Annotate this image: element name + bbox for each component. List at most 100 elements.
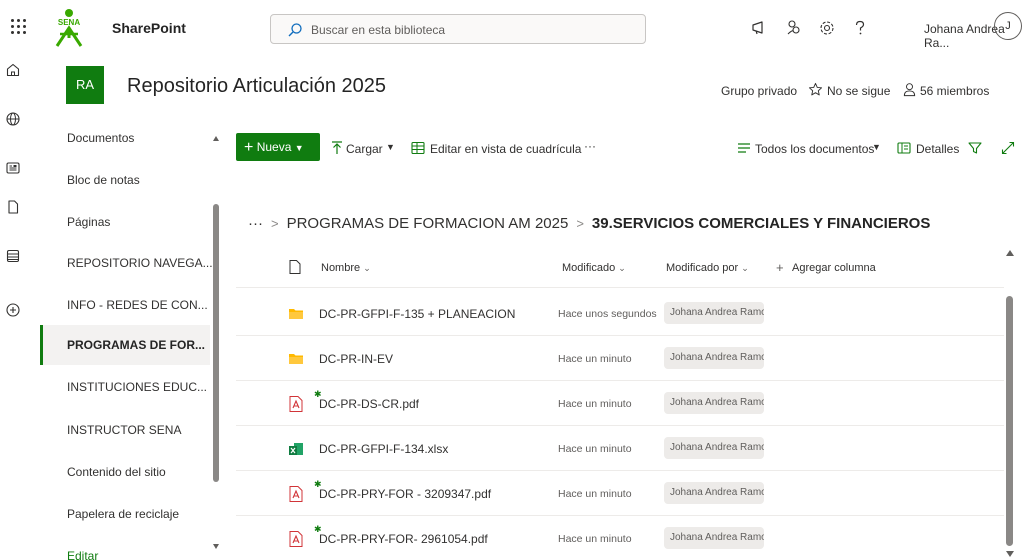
list-icon[interactable] [5,248,21,264]
breadcrumb-parent[interactable]: PROGRAMAS DE FORMACION AM 2025 [287,215,569,232]
nav-scroll-up[interactable] [213,136,219,141]
modified-by[interactable]: Johana Andrea Ramos [664,437,764,459]
list-scroll-up[interactable] [1006,250,1014,256]
new-button[interactable]: + Nueva ▼ [236,133,320,161]
add-column-button[interactable]: Agregar columna [792,262,876,274]
chevron-down-icon: ⌄ [741,263,749,273]
table-row[interactable]: ✱ DC-PR-DS-CR.pdf Hace un minuto Johana … [236,381,1004,426]
nav-scrollbar[interactable] [213,204,219,482]
chevron-down-icon: ⌄ [363,263,371,273]
chevron-down-icon: ⌄ [618,263,626,273]
file-name[interactable]: DC-PR-IN-EV [319,352,393,366]
details-button[interactable]: Detalles [916,142,959,156]
nav-item-repositorio[interactable]: REPOSITORIO NAVEGA... [40,243,213,283]
file-name[interactable]: DC-PR-PRY-FOR - 3209347.pdf [319,487,491,501]
site-logo[interactable]: RA [66,66,104,104]
expand-icon[interactable] [1000,140,1016,156]
follow-button[interactable]: No se sigue [827,84,890,98]
search-icon [288,23,302,37]
grid-edit-button[interactable]: Editar en vista de cuadrícula [430,142,581,156]
search-input[interactable]: Buscar en esta biblioteca [311,23,445,37]
chevron-down-icon[interactable]: ▼ [872,142,881,152]
app-bar [0,56,26,560]
nav-item-contenido[interactable]: Contenido del sitio [40,452,210,492]
site-title[interactable]: Repositorio Articulación 2025 [127,75,386,98]
chevron-down-icon[interactable]: ▼ [386,142,395,152]
news-icon[interactable] [5,160,21,176]
app-launcher-icon[interactable] [11,19,27,35]
chevron-down-icon: ▼ [294,143,304,153]
modified-by[interactable]: Johana Andrea Ramos [664,392,764,414]
search-box[interactable]: Buscar en esta biblioteca [270,14,646,44]
help-icon[interactable] [851,19,869,37]
file-name[interactable]: DC-PR-GFPI-F-134.xlsx [319,442,448,456]
breadcrumb-overflow[interactable]: ··· [248,215,263,232]
modified-date: Hace un minuto [558,353,632,365]
file-name[interactable]: DC-PR-GFPI-F-135 + PLANEACION [319,307,515,321]
column-modified[interactable]: Modificado ⌄ [562,262,626,274]
view-options-icon [738,143,750,153]
column-modified-by[interactable]: Modificado por ⌄ [666,262,749,274]
file-type-icon[interactable] [288,259,302,275]
column-name[interactable]: Nombre ⌄ [321,262,371,274]
more-commands-button[interactable]: ··· [584,139,596,153]
modified-by[interactable]: Johana Andrea Ramos [664,527,764,549]
file-icon[interactable] [5,199,21,215]
nav-item-instituciones[interactable]: INSTITUCIONES EDUC... [40,367,210,407]
command-bar: + Nueva ▼ Cargar ▼ Editar en vista de cu… [228,128,1031,168]
modified-date: Hace un minuto [558,488,632,500]
nav-item-documentos[interactable]: Documentos [40,126,210,158]
people-icon[interactable] [785,19,803,37]
filter-icon[interactable] [967,140,983,156]
pdf-icon [289,486,303,502]
sena-logo[interactable]: SENA [52,8,86,48]
avatar[interactable]: J [994,12,1022,40]
nav-item-instructor[interactable]: INSTRUCTOR SENA [40,410,210,450]
modified-by[interactable]: Johana Andrea Ramos [664,347,764,369]
upload-button[interactable]: Cargar [346,142,383,156]
table-row[interactable]: ✱ DC-PR-PRY-FOR - 3209347.pdf Hace un mi… [236,471,1004,516]
table-row[interactable]: DC-PR-GFPI-F-135 + PLANEACION Hace unos … [236,291,1004,336]
nav-item-programas[interactable]: PROGRAMAS DE FOR... [40,325,210,365]
file-name[interactable]: DC-PR-PRY-FOR- 2961054.pdf [319,532,488,546]
file-name[interactable]: DC-PR-DS-CR.pdf [319,397,419,411]
modified-date: Hace unos segundos [558,308,657,320]
list-header: Nombre ⌄ Modificado ⌄ Modificado por ⌄ +… [236,248,1004,288]
folder-icon [289,309,303,319]
nav-scroll-down[interactable] [213,544,219,549]
site-navigation: Documentos Bloc de notas Páginas REPOSIT… [40,126,226,560]
breadcrumb-current: 39.SERVICIOS COMERCIALES Y FINANCIEROS [591,215,931,232]
view-selector[interactable]: Todos los documentos [755,142,874,156]
gear-icon[interactable] [818,19,836,37]
details-icon [897,142,911,154]
modified-date: Hace un minuto [558,398,632,410]
pdf-icon [289,396,303,412]
star-icon[interactable] [808,82,823,97]
app-title[interactable]: SharePoint [112,20,186,36]
megaphone-icon[interactable] [750,19,768,37]
globe-icon[interactable] [5,111,21,127]
nav-edit-link[interactable]: Editar [40,536,210,560]
modified-by[interactable]: Johana Andrea Ramos [664,302,764,324]
table-row[interactable]: DC-PR-IN-EV Hace un minuto Johana Andrea… [236,336,1004,381]
plus-icon[interactable]: + [776,260,784,275]
suite-header: SENA SharePoint Buscar en esta bibliotec… [0,0,1031,56]
person-icon [903,83,916,97]
members-count[interactable]: 56 miembros [920,84,989,98]
pdf-icon [289,531,303,547]
add-icon[interactable] [5,302,21,318]
home-icon[interactable] [5,62,21,78]
column-modified-label: Modificado [562,262,616,274]
nav-item-papelera[interactable]: Papelera de reciclaje [40,494,210,534]
list-scrollbar[interactable] [1006,296,1013,546]
nav-item-bloc-de-notas[interactable]: Bloc de notas [40,160,210,200]
nav-item-paginas[interactable]: Páginas [40,202,210,242]
modified-date: Hace un minuto [558,533,632,545]
column-name-label: Nombre [321,262,361,274]
nav-item-info-redes[interactable]: INFO - REDES DE CON... [40,285,210,325]
table-row[interactable]: ✱ DC-PR-PRY-FOR- 2961054.pdf Hace un min… [236,516,1004,560]
table-row[interactable]: DC-PR-GFPI-F-134.xlsx Hace un minuto Joh… [236,426,1004,471]
list-scroll-down[interactable] [1006,551,1014,557]
chevron-right-icon: > [576,216,584,231]
modified-by[interactable]: Johana Andrea Ramos [664,482,764,504]
